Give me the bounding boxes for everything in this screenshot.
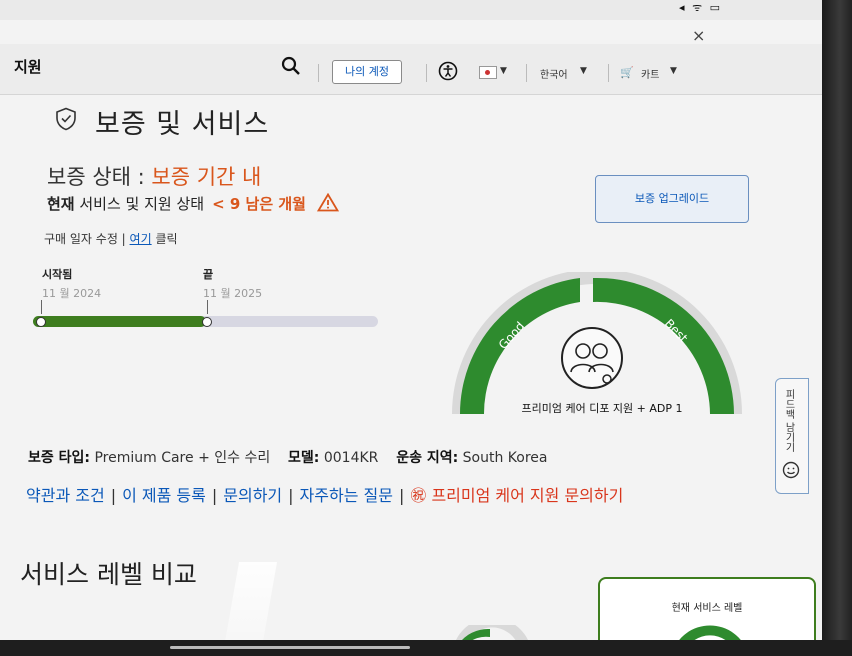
timeline-start-marker — [36, 317, 46, 327]
smiley-icon — [782, 461, 800, 479]
home-indicator — [170, 646, 410, 649]
feedback-tab[interactable]: 피드백 남기기 — [775, 378, 809, 494]
warranty-upgrade-button[interactable]: 보증 업그레이드 — [595, 175, 749, 223]
device-bezel — [822, 0, 852, 656]
status-icons: ◂ ᯤ ▭ — [679, 1, 722, 14]
feedback-label: 피드백 남기기 — [783, 389, 794, 453]
gauge-plan-label: 프리미엄 케어 디포 지원 + ADP 1 — [521, 402, 682, 415]
warranty-status: 보증 상태 : 보증 기간 내 — [47, 161, 261, 191]
language-selector[interactable]: 한국어 — [540, 66, 568, 81]
divider — [526, 64, 527, 82]
divider: | — [288, 486, 294, 505]
screen-glare — [224, 562, 278, 640]
region-label: 운송 지역: — [396, 450, 459, 466]
current-status-line: 현재 서비스 및 지원 상태 < 9 남은 개월 — [47, 193, 339, 214]
accessibility-icon[interactable] — [438, 61, 458, 81]
premium-care-icon: ㊗ — [410, 486, 427, 505]
edit-purchase-link[interactable]: 여기 — [130, 232, 152, 246]
cart-label[interactable]: 카트 — [641, 66, 659, 81]
chevron-down-icon[interactable]: ▼ — [670, 66, 677, 76]
timeline-end-tick — [207, 300, 208, 314]
terms-link[interactable]: 약관과 조건 — [26, 486, 105, 505]
region-value: South Korea — [458, 450, 548, 466]
contact-link[interactable]: 문의하기 — [223, 486, 282, 505]
remaining-months: < 9 남은 개월 — [212, 195, 306, 213]
timeline-start-date: 11 월 2024 — [42, 287, 102, 300]
search-icon[interactable] — [281, 56, 301, 76]
warranty-type-label: 보증 타입: — [28, 450, 90, 466]
device-bezel — [0, 640, 852, 656]
timeline-start-label: 시작됨 — [42, 268, 73, 281]
divider: | — [398, 486, 405, 505]
support-agents-icon — [561, 327, 623, 389]
model-value: 0014KR — [319, 450, 379, 466]
screen: ◂ ᯤ ▭ × 지원 나의 계정 ▼ 한국어 ▼ 🛒 카트 ▼ 보증 및 서비스… — [0, 0, 822, 640]
support-links: 약관과 조건 | 이 제품 등록 | 문의하기 | 자주하는 질문 | ㊗ 프리미엄 케어 지원… — [26, 482, 623, 506]
warranty-status-value: 보증 기간 내 — [151, 165, 262, 189]
warranty-level-gauge: Good Best 프리미엄 케어 디포 지원 + ADP 1 — [452, 272, 742, 415]
premium-support-link[interactable]: ㊗ 프리미엄 케어 지원 문의하기 — [410, 486, 623, 505]
timeline-end-date: 11 월 2025 — [203, 287, 263, 300]
current-text: 서비스 및 지원 상태 — [74, 195, 205, 213]
warranty-status-label: 보증 상태 : — [47, 165, 152, 189]
system-status-bar: ◂ ᯤ ▭ — [0, 0, 822, 20]
cart-icon[interactable]: 🛒 — [620, 66, 634, 79]
divider: | — [211, 486, 218, 505]
country-flag-icon[interactable] — [479, 66, 497, 79]
divider — [608, 64, 609, 82]
current-service-level-card: 현재 서비스 레벨 — [598, 577, 816, 640]
page-title: 보증 및 서비스 — [95, 109, 270, 140]
premium-support-label: 프리미엄 케어 지원 문의하기 — [431, 486, 624, 505]
divider — [426, 64, 427, 82]
divider: | — [110, 486, 117, 505]
current-level-gauge-partial — [679, 625, 741, 640]
edit-purchase-suffix: 클릭 — [151, 232, 178, 246]
timeline-end-label: 끝 — [203, 268, 214, 281]
chevron-down-icon[interactable]: ▼ — [500, 66, 507, 76]
warranty-type-value: Premium Care + 인수 수리 — [90, 450, 271, 466]
service-level-compare-title: 서비스 레벨 비교 — [20, 560, 197, 589]
warning-icon — [316, 193, 339, 212]
current-bold: 현재 — [47, 195, 75, 213]
product-meta: 보증 타입: Premium Care + 인수 수리 모델: 0014KR 운… — [28, 447, 547, 467]
divider — [318, 64, 319, 82]
faq-link[interactable]: 자주하는 질문 — [300, 486, 393, 505]
current-service-level-label: 현재 서비스 레벨 — [671, 603, 743, 614]
timeline-start-tick — [41, 300, 42, 314]
register-product-link[interactable]: 이 제품 등록 — [122, 486, 206, 505]
chevron-down-icon[interactable]: ▼ — [580, 66, 587, 76]
timeline-end-marker — [202, 317, 212, 327]
edit-purchase-date: 구매 일자 수정 | 여기 클릭 — [44, 230, 178, 247]
compare-gauge-partial — [456, 625, 528, 640]
warranty-progress-fill — [33, 316, 206, 327]
shield-check-icon — [56, 107, 76, 131]
edit-purchase-text: 구매 일자 수정 | — [44, 232, 130, 246]
model-label: 모델: — [288, 450, 320, 466]
close-icon[interactable]: × — [692, 26, 705, 45]
site-header: 지원 나의 계정 ▼ 한국어 ▼ 🛒 카트 ▼ — [0, 44, 822, 95]
my-account-button[interactable]: 나의 계정 — [332, 60, 402, 84]
site-brand[interactable]: 지원 — [14, 56, 42, 77]
